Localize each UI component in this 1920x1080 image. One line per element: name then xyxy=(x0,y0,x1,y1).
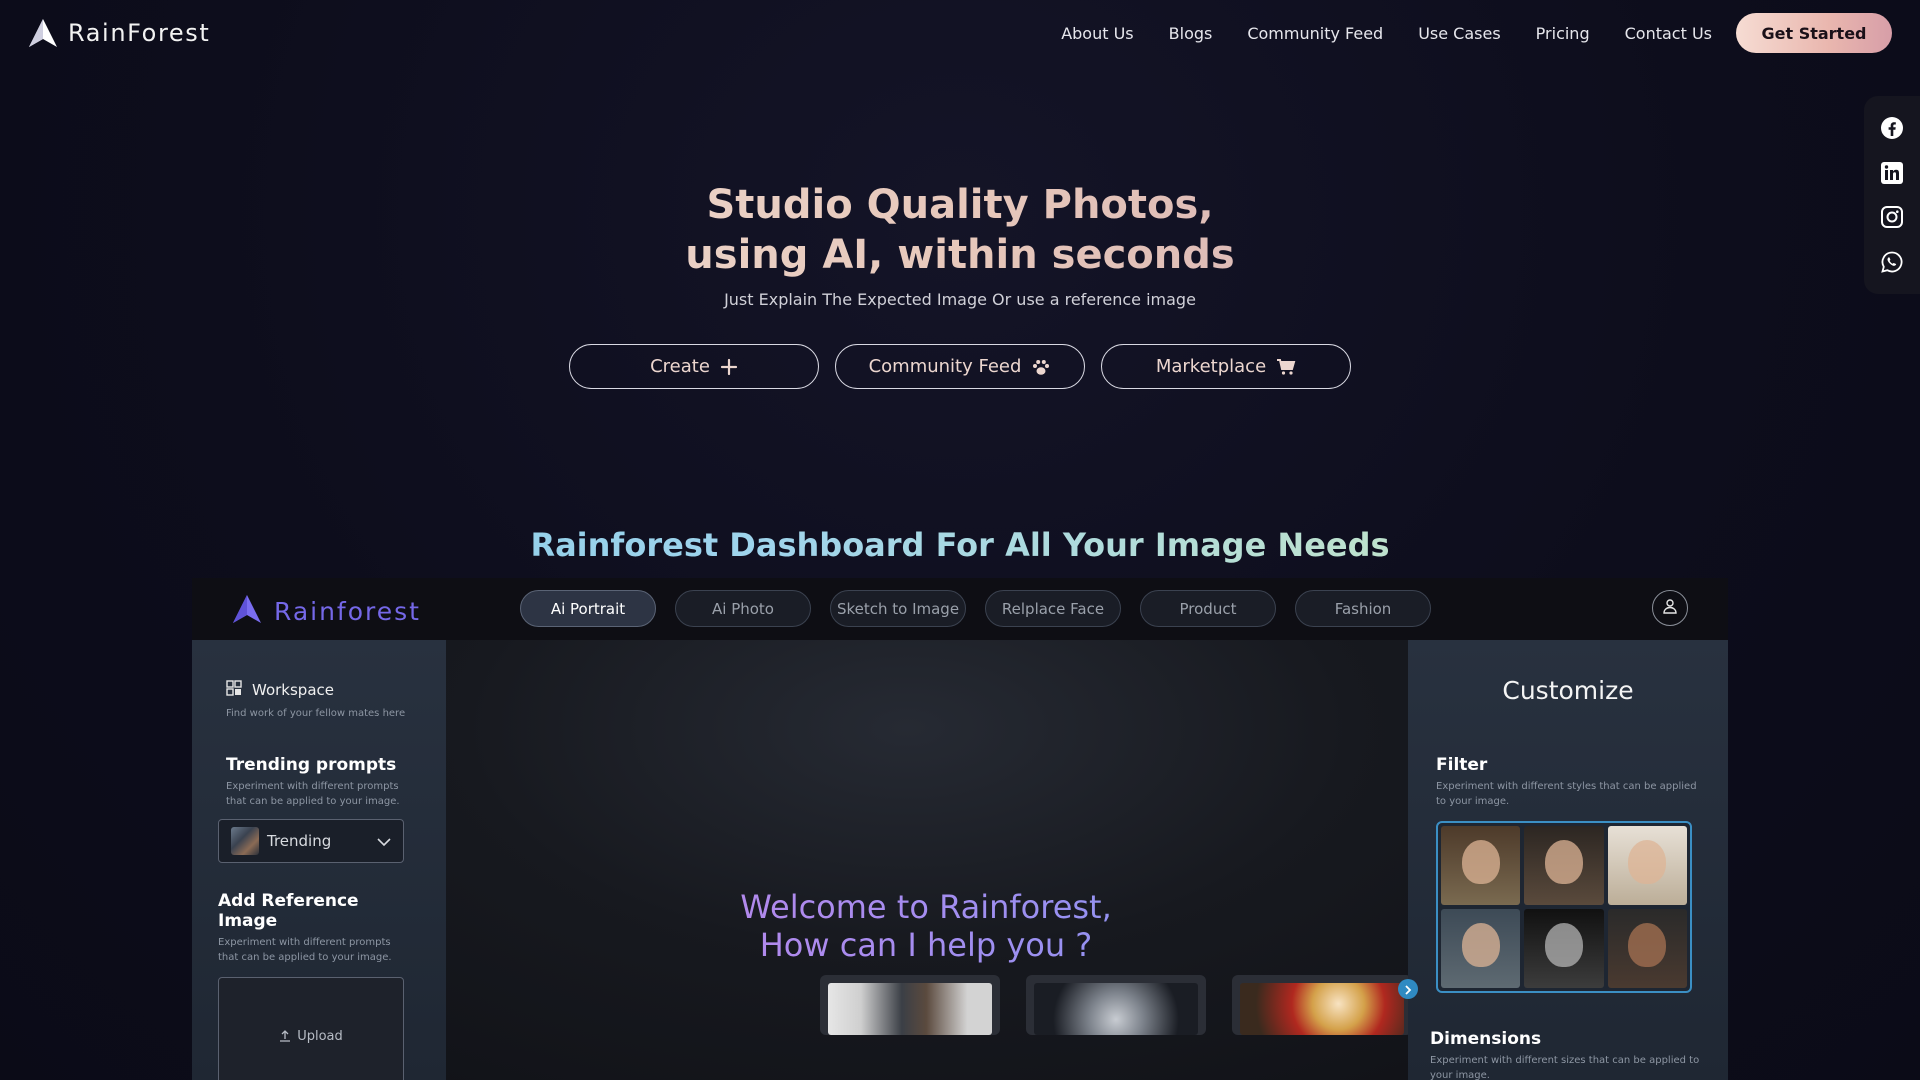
marketplace-button[interactable]: Marketplace xyxy=(1101,344,1351,389)
nav-link-community-feed[interactable]: Community Feed xyxy=(1247,24,1383,43)
trending-prompts-title: Trending prompts xyxy=(226,755,397,775)
customize-panel: Customize Filter Experiment with differe… xyxy=(1408,640,1728,1080)
filter-description: Experiment with different styles that ca… xyxy=(1436,781,1697,807)
dashboard-brand[interactable]: Rainforest xyxy=(232,594,421,628)
brand-logo-icon xyxy=(28,18,58,48)
workspace-label: Workspace xyxy=(252,681,334,699)
plus-icon xyxy=(720,358,738,376)
filter-option[interactable] xyxy=(1441,826,1521,905)
customize-title: Customize xyxy=(1502,676,1634,705)
dashboard-preview: Rainforest Ai Portrait Ai Photo Sketch t… xyxy=(192,578,1728,1080)
welcome-message: Welcome to Rainforest, How can I help yo… xyxy=(446,888,1406,964)
trending-dropdown-value: Trending xyxy=(267,832,332,850)
chevron-down-icon xyxy=(377,832,391,851)
user-account-button[interactable] xyxy=(1652,590,1688,626)
hero-buttons: Create Community Feed Marketplace xyxy=(569,344,1351,389)
marketplace-button-label: Marketplace xyxy=(1155,356,1267,377)
brand[interactable]: RainForest xyxy=(28,18,210,48)
brand-name: RainForest xyxy=(68,19,211,47)
cart-icon xyxy=(1276,358,1296,376)
welcome-line-2: How can I help you ? xyxy=(759,926,1093,964)
sample-image-card[interactable] xyxy=(1232,975,1412,1035)
filter-option[interactable] xyxy=(1524,909,1604,988)
sample-image-card[interactable] xyxy=(820,975,1000,1035)
facebook-icon[interactable] xyxy=(1879,115,1905,141)
trending-prompts-description: Experiment with different prompts that c… xyxy=(226,781,400,807)
add-reference-image-description: Experiment with different prompts that c… xyxy=(218,937,392,963)
upload-label: Upload xyxy=(297,1028,343,1044)
tab-product[interactable]: Product xyxy=(1140,590,1276,627)
sample-image-card[interactable] xyxy=(1026,975,1206,1035)
create-button[interactable]: Create xyxy=(569,344,819,389)
workspace-link[interactable]: Workspace xyxy=(226,680,412,700)
upload-icon xyxy=(279,1027,291,1046)
filter-grid xyxy=(1436,821,1692,993)
filter-title: Filter xyxy=(1436,755,1488,775)
get-started-button[interactable]: Get Started xyxy=(1736,13,1892,53)
panel-expand-button[interactable] xyxy=(1398,979,1418,999)
paw-icon xyxy=(1031,357,1051,377)
trending-dropdown[interactable]: Trending xyxy=(218,819,404,863)
nav-right: About Us Blogs Community Feed Use Cases … xyxy=(1061,13,1892,53)
hero-subtitle: Just Explain The Expected Image Or use a… xyxy=(724,290,1196,309)
nav-links: About Us Blogs Community Feed Use Cases … xyxy=(1061,24,1712,43)
hero-title-line-2: using AI, within seconds xyxy=(0,230,1920,280)
dashboard-logo-icon xyxy=(232,594,262,628)
filter-option[interactable] xyxy=(1524,826,1604,905)
add-reference-image-title: Add Reference Image xyxy=(218,891,359,931)
dashboard-top-bar: Rainforest Ai Portrait Ai Photo Sketch t… xyxy=(192,578,1728,640)
grid-icon xyxy=(226,680,242,700)
tab-replace-face[interactable]: Relplace Face xyxy=(985,590,1121,627)
community-feed-button[interactable]: Community Feed xyxy=(835,344,1085,389)
top-nav: RainForest About Us Blogs Community Feed… xyxy=(0,0,1920,66)
user-icon xyxy=(1662,598,1678,618)
dashboard-brand-name: Rainforest xyxy=(274,596,421,626)
filter-option[interactable] xyxy=(1607,909,1687,988)
nav-link-use-cases[interactable]: Use Cases xyxy=(1418,24,1500,43)
nav-link-blogs[interactable]: Blogs xyxy=(1169,24,1213,43)
hero: Studio Quality Photos, using AI, within … xyxy=(0,180,1920,309)
tab-sketch-to-image[interactable]: Sketch to Image xyxy=(830,590,966,627)
dashboard-section-title: Rainforest Dashboard For All Your Image … xyxy=(0,526,1920,564)
sample-image xyxy=(828,983,992,1035)
nav-link-about-us[interactable]: About Us xyxy=(1061,24,1133,43)
tab-ai-photo[interactable]: Ai Photo xyxy=(675,590,811,627)
sample-image xyxy=(1034,983,1198,1035)
nav-link-contact-us[interactable]: Contact Us xyxy=(1625,24,1712,43)
welcome-line-1: Welcome to Rainforest, xyxy=(740,888,1112,926)
filter-option[interactable] xyxy=(1607,826,1687,905)
workspace-description: Find work of your fellow mates here xyxy=(226,708,406,719)
sample-image xyxy=(1240,983,1404,1035)
dashboard-left-panel: Workspace Find work of your fellow mates… xyxy=(192,640,446,1080)
trending-thumbnail xyxy=(231,827,259,855)
tab-ai-portrait[interactable]: Ai Portrait xyxy=(520,590,656,627)
tab-fashion[interactable]: Fashion xyxy=(1295,590,1431,627)
filter-option[interactable] xyxy=(1441,909,1521,988)
chevron-right-icon xyxy=(1404,980,1412,999)
nav-link-pricing[interactable]: Pricing xyxy=(1536,24,1590,43)
dimensions-description: Experiment with different sizes that can… xyxy=(1430,1055,1700,1080)
upload-dropzone[interactable]: Upload xyxy=(218,977,404,1080)
create-button-label: Create xyxy=(650,356,710,377)
community-feed-button-label: Community Feed xyxy=(868,356,1022,377)
dimensions-title: Dimensions xyxy=(1430,1029,1542,1049)
dashboard-tabs: Ai Portrait Ai Photo Sketch to Image Rel… xyxy=(520,590,1431,627)
hero-title-line-1: Studio Quality Photos, xyxy=(0,180,1920,230)
